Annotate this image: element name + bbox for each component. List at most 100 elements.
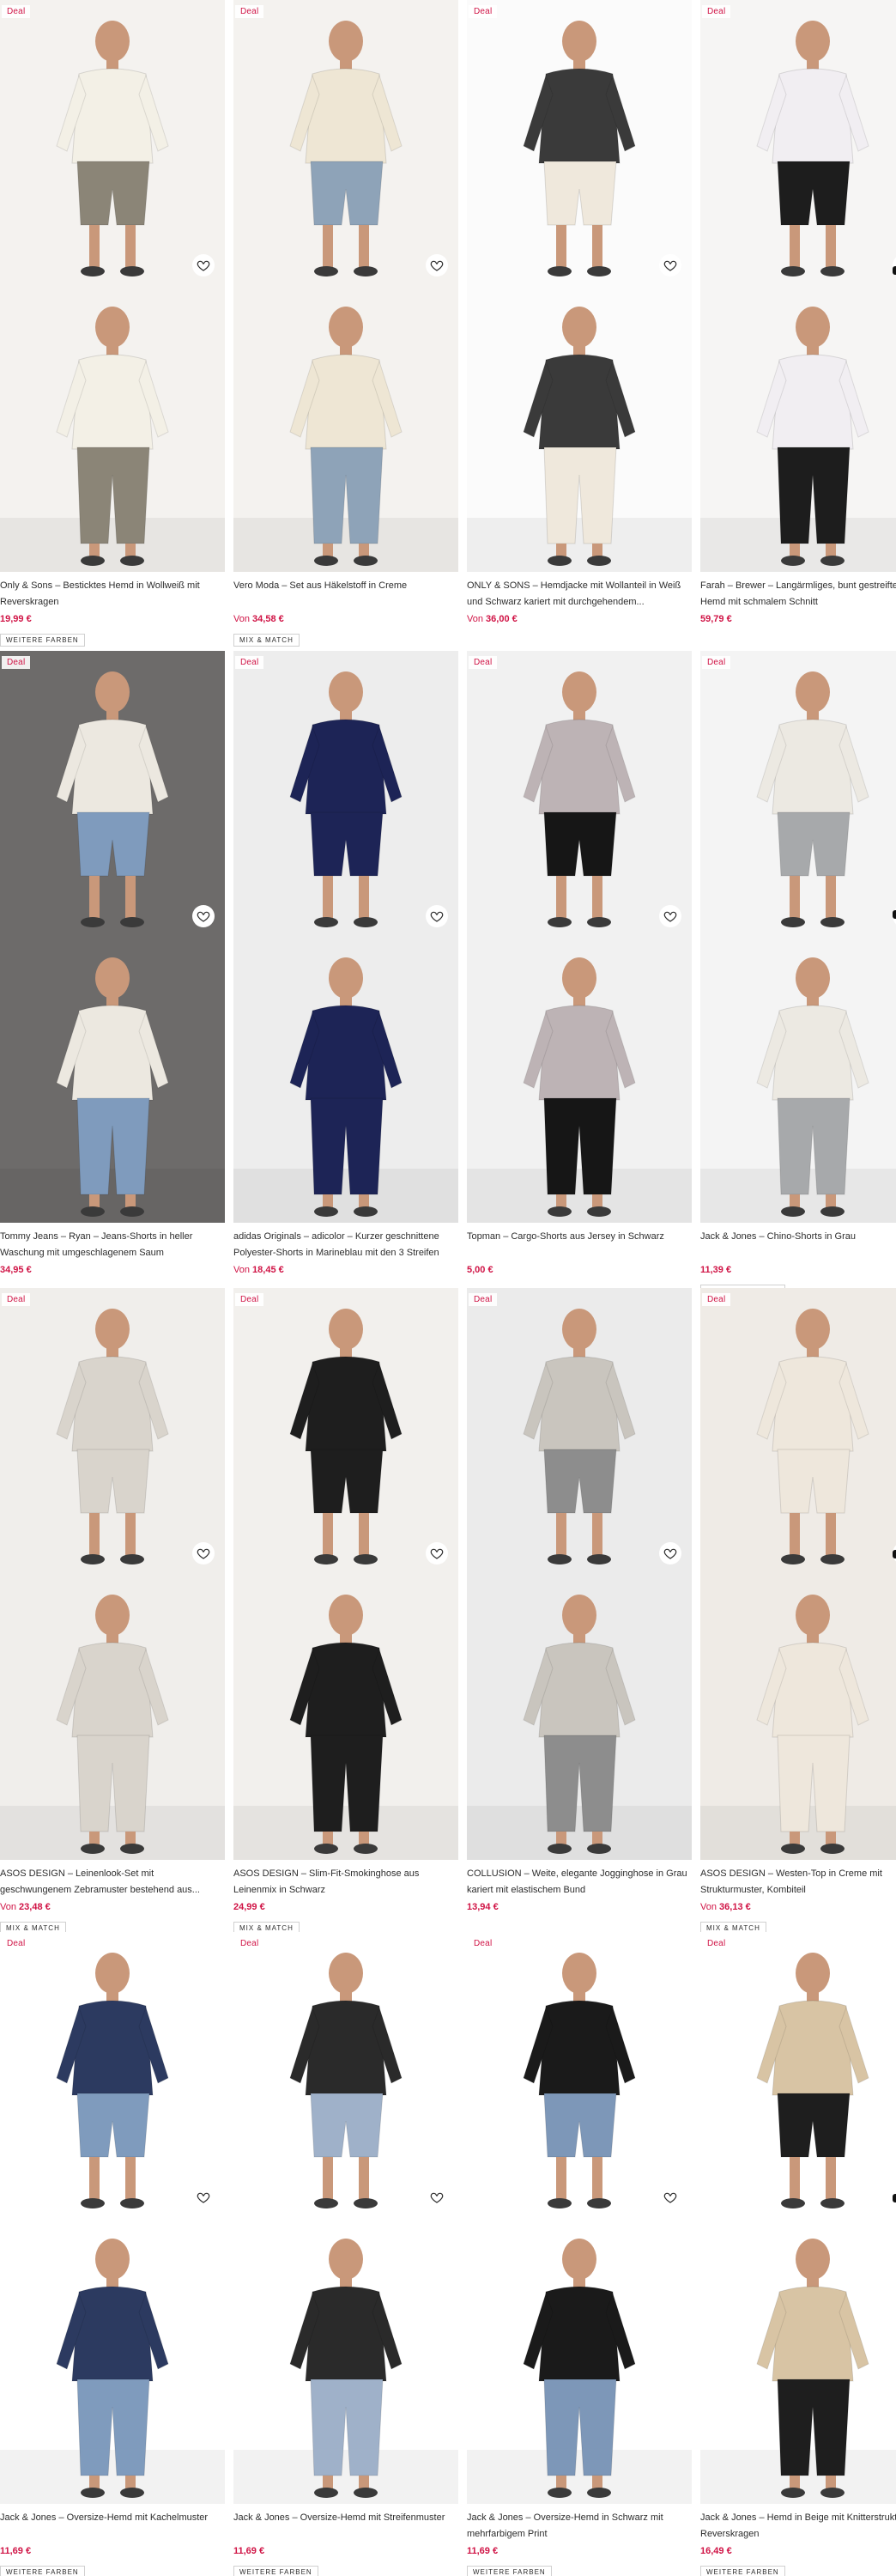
heart-icon (663, 260, 677, 271)
product-card[interactable]: Deal Farah – Brewer – Langärmliges, bunt … (700, 0, 896, 635)
price-value: 24,99 € (233, 1902, 265, 1912)
product-card[interactable]: Deal COLLUSION – Weite, elegante Joggingh… (467, 1288, 692, 1923)
product-name[interactable]: ASOS DESIGN – Leinenlook-Set mit geschwu… (0, 1866, 225, 1899)
product-card[interactable]: Deal ASOS DESIGN – Leinenlook-Set mit ges… (0, 1288, 225, 1935)
carousel-edge-indicator (893, 2194, 896, 2202)
save-for-later-button[interactable] (192, 1542, 215, 1564)
product-name[interactable]: Jack & Jones – Oversize-Hemd in Schwarz … (467, 2510, 692, 2543)
product-name[interactable]: Topman – Cargo-Shorts aus Jersey in Schw… (467, 1229, 692, 1261)
product-name[interactable]: Jack & Jones – Hemd in Beige mit Knitter… (700, 2510, 896, 2543)
product-card[interactable]: Deal Only & Sons – Besticktes Hemd in Wol… (0, 0, 225, 647)
product-price: Von 36,00 € (467, 614, 518, 624)
product-image-primary[interactable] (467, 651, 692, 937)
product-card[interactable]: Deal adidas Originals – adicolor – Kurzer… (233, 651, 458, 1286)
product-image-primary[interactable] (700, 651, 896, 937)
product-card[interactable]: Deal Topman – Cargo-Shorts aus Jersey in … (467, 651, 692, 1286)
product-image-secondary[interactable] (233, 1574, 458, 1860)
product-tag[interactable]: WEITERE FARBEN (467, 2566, 552, 2576)
heart-icon (197, 2192, 210, 2203)
product-image-primary[interactable] (700, 1288, 896, 1574)
product-image-secondary[interactable] (700, 286, 896, 572)
save-for-later-button[interactable] (659, 905, 681, 927)
product-card[interactable]: Deal ONLY & SONS – Hemdjacke mit Wollante… (467, 0, 692, 635)
product-image-secondary[interactable] (467, 1574, 692, 1860)
product-name[interactable]: Jack & Jones – Oversize-Hemd mit Kachelm… (0, 2510, 225, 2543)
product-card[interactable]: Deal Tommy Jeans – Ryan – Jeans-Shorts in… (0, 651, 225, 1286)
deal-badge: Deal (702, 1937, 731, 1950)
product-image-secondary[interactable] (233, 2218, 458, 2504)
product-card[interactable]: Deal Jack & Jones – Chino-Shorts in Grau 1… (700, 651, 896, 1297)
product-price: 13,94 € (467, 1902, 499, 1912)
save-for-later-button[interactable] (426, 254, 448, 276)
heart-icon (197, 260, 210, 271)
save-for-later-button[interactable] (659, 2186, 681, 2208)
product-image-primary[interactable] (467, 1932, 692, 2218)
product-image-primary[interactable] (0, 651, 225, 937)
product-image-primary[interactable] (0, 1932, 225, 2218)
product-image-secondary[interactable] (233, 937, 458, 1223)
price-value: 13,94 € (467, 1902, 499, 1912)
save-for-later-button[interactable] (659, 254, 681, 276)
product-image-secondary[interactable] (700, 2218, 896, 2504)
product-image-primary[interactable] (0, 1288, 225, 1574)
price-prefix: Von (233, 614, 253, 624)
product-image-primary[interactable] (467, 0, 692, 286)
product-image-primary[interactable] (233, 0, 458, 286)
deal-badge: Deal (235, 1293, 264, 1306)
product-name[interactable]: ASOS DESIGN – Westen-Top in Creme mit St… (700, 1866, 896, 1899)
product-image-primary[interactable] (233, 651, 458, 937)
product-card[interactable]: Deal Jack & Jones – Hemd in Beige mit Kni… (700, 1932, 896, 2576)
product-card[interactable]: Deal ASOS DESIGN – Slim-Fit-Smokinghose a… (233, 1288, 458, 1935)
product-image-primary[interactable] (700, 1932, 896, 2218)
product-image-secondary[interactable] (700, 1574, 896, 1860)
price-value: 36,13 € (719, 1902, 751, 1912)
save-for-later-button[interactable] (426, 1542, 448, 1564)
product-image-secondary[interactable] (0, 2218, 225, 2504)
save-for-later-button[interactable] (426, 905, 448, 927)
product-tag[interactable]: WEITERE FARBEN (233, 2566, 318, 2576)
product-name[interactable]: Farah – Brewer – Langärmliges, bunt gest… (700, 578, 896, 611)
product-tag[interactable]: WEITERE FARBEN (0, 634, 85, 647)
product-image-secondary[interactable] (233, 286, 458, 572)
product-image-secondary[interactable] (0, 286, 225, 572)
product-tag[interactable]: WEITERE FARBEN (0, 2566, 85, 2576)
product-image-secondary[interactable] (0, 1574, 225, 1860)
product-image-secondary[interactable] (700, 937, 896, 1223)
product-image-primary[interactable] (0, 0, 225, 286)
product-name[interactable]: Vero Moda – Set aus Häkelstoff in Creme (233, 578, 458, 611)
carousel-edge-indicator (893, 1550, 896, 1558)
product-price: 11,69 € (0, 2546, 31, 2556)
product-image-secondary[interactable] (467, 937, 692, 1223)
product-name[interactable]: adidas Originals – adicolor – Kurzer ges… (233, 1229, 458, 1261)
product-image-secondary[interactable] (467, 2218, 692, 2504)
product-image-primary[interactable] (233, 1288, 458, 1574)
product-card[interactable]: Deal Jack & Jones – Oversize-Hemd mit Str… (233, 1932, 458, 2576)
product-name[interactable]: COLLUSION – Weite, elegante Jogginghose … (467, 1866, 692, 1899)
product-tag[interactable]: WEITERE FARBEN (700, 2566, 785, 2576)
save-for-later-button[interactable] (659, 1542, 681, 1564)
product-card[interactable]: Deal ASOS DESIGN – Westen-Top in Creme mi… (700, 1288, 896, 1935)
product-card[interactable]: Deal Jack & Jones – Oversize-Hemd mit Kac… (0, 1932, 225, 2576)
product-name[interactable]: Jack & Jones – Oversize-Hemd mit Streife… (233, 2510, 458, 2543)
heart-icon (663, 911, 677, 922)
product-image-secondary[interactable] (0, 937, 225, 1223)
deal-badge: Deal (235, 656, 264, 669)
product-name[interactable]: ONLY & SONS – Hemdjacke mit Wollanteil i… (467, 578, 692, 611)
save-for-later-button[interactable] (426, 2186, 448, 2208)
product-image-secondary[interactable] (467, 286, 692, 572)
product-card[interactable]: Deal Vero Moda – Set aus Häkelstoff in Cr… (233, 0, 458, 647)
product-image-primary[interactable] (700, 0, 896, 286)
save-for-later-button[interactable] (192, 2186, 215, 2208)
product-name[interactable]: Only & Sons – Besticktes Hemd in Wollwei… (0, 578, 225, 611)
product-card[interactable]: Deal Jack & Jones – Oversize-Hemd in Schw… (467, 1932, 692, 2576)
save-for-later-button[interactable] (192, 905, 215, 927)
price-value: 23,48 € (19, 1902, 51, 1912)
product-name[interactable]: Jack & Jones – Chino-Shorts in Grau (700, 1229, 896, 1261)
deal-badge: Deal (2, 5, 31, 18)
product-image-primary[interactable] (233, 1932, 458, 2218)
save-for-later-button[interactable] (192, 254, 215, 276)
product-name[interactable]: ASOS DESIGN – Slim-Fit-Smokinghose aus L… (233, 1866, 458, 1899)
product-image-primary[interactable] (467, 1288, 692, 1574)
product-tag[interactable]: MIX & MATCH (233, 634, 300, 647)
product-name[interactable]: Tommy Jeans – Ryan – Jeans-Shorts in hel… (0, 1229, 225, 1261)
